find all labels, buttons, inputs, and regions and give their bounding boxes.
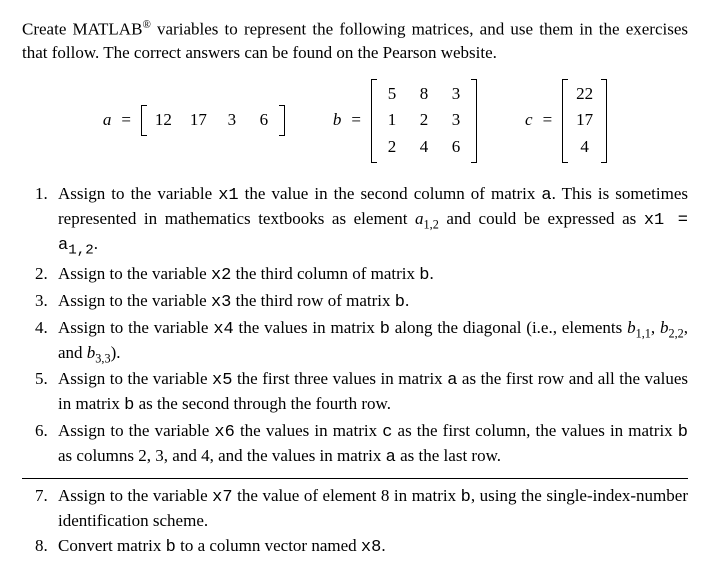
question-1: Assign to the variable x1 the value in t…: [52, 183, 688, 260]
matrix-b-eq: b = 5 8 3 1 2 3 2 4 6: [333, 79, 477, 164]
equals-sign: =: [351, 109, 361, 132]
matrix-cell: 3: [449, 83, 463, 106]
code-var: b: [461, 488, 471, 507]
question-8: Convert matrix b to a column vector name…: [52, 535, 688, 560]
code-var: b: [419, 266, 429, 285]
text: Assign to the variable: [58, 184, 218, 203]
text: and could be expressed as: [439, 209, 644, 228]
text: Assign to the variable: [58, 318, 213, 337]
code-var: x2: [211, 266, 231, 285]
code-var: b: [380, 320, 390, 339]
math-expr: b1,1: [627, 318, 651, 337]
math-expr: a1,2: [415, 209, 439, 228]
matrix-a: 12 17 3 6: [141, 105, 285, 136]
matrix-cell: 4: [576, 136, 593, 159]
matrix-b: 5 8 3 1 2 3 2 4 6: [371, 79, 477, 164]
matrix-cell: 17: [576, 109, 593, 132]
text: .: [94, 234, 98, 253]
question-list: Assign to the variable x1 the value in t…: [22, 183, 688, 470]
text: .: [429, 264, 433, 283]
text: Assign to the variable: [58, 421, 214, 440]
equals-sign: =: [543, 109, 553, 132]
code-var: x1: [218, 186, 238, 205]
matrix-cell: 6: [449, 136, 463, 159]
text: as the last row.: [396, 446, 501, 465]
code-var: x6: [214, 423, 234, 442]
matrix-cell: 2: [417, 109, 431, 132]
matrix-cell: 1: [385, 109, 399, 132]
code-var: x3: [211, 293, 231, 312]
matrix-cell: 3: [225, 109, 239, 132]
matrix-cell: 2: [385, 136, 399, 159]
matrix-cell: 17: [190, 109, 207, 132]
intro-paragraph: Create MATLAB® variables to represent th…: [22, 18, 688, 65]
text: the values in matrix: [235, 421, 382, 440]
matrix-a-name: a: [103, 109, 112, 132]
equals-sign: =: [121, 109, 131, 132]
math-expr: b3,3: [87, 343, 111, 362]
matrix-cell: 22: [576, 83, 593, 106]
text: the third row of matrix: [231, 291, 394, 310]
code-var: x5: [212, 371, 232, 390]
text: the value of element 8 in matrix: [233, 486, 461, 505]
code-var: b: [124, 396, 134, 415]
matrix-c-eq: c = 22 17 4: [525, 79, 607, 164]
text: Assign to the variable: [58, 264, 211, 283]
text: the values in matrix: [234, 318, 380, 337]
text: Assign to the variable: [58, 369, 212, 388]
matrix-cell: 6: [257, 109, 271, 132]
code-var: x8: [361, 538, 381, 557]
matrix-cell: 4: [417, 136, 431, 159]
code-var: x4: [213, 320, 233, 339]
text: as the first column, the values in matri…: [392, 421, 677, 440]
divider: [22, 478, 688, 479]
text: Assign to the variable: [58, 291, 211, 310]
question-6: Assign to the variable x6 the values in …: [52, 420, 688, 470]
math-expr: b2,2: [660, 318, 684, 337]
code-var: a: [541, 186, 551, 205]
text: as the second through the fourth row.: [134, 394, 391, 413]
question-7: Assign to the variable x7 the value of e…: [52, 485, 688, 533]
text: the value in the second column of matrix: [239, 184, 542, 203]
text: Assign to the variable: [58, 486, 212, 505]
question-2: Assign to the variable x2 the third colu…: [52, 263, 688, 288]
question-3: Assign to the variable x3 the third row …: [52, 290, 688, 315]
text: as columns 2, 3, and 4, and the values i…: [58, 446, 386, 465]
text: ,: [651, 318, 660, 337]
matrix-cell: 8: [417, 83, 431, 106]
text: .: [405, 291, 409, 310]
text: the first three values in matrix: [232, 369, 447, 388]
code-var: a: [386, 448, 396, 467]
question-list-cont: Assign to the variable x7 the value of e…: [22, 485, 688, 560]
text: along the diagonal (i.e., elements: [390, 318, 627, 337]
code-var: b: [166, 538, 176, 557]
text: ).: [111, 343, 121, 362]
registered-symbol: ®: [142, 19, 150, 31]
code-var: c: [382, 423, 392, 442]
code-var: b: [678, 423, 688, 442]
matrix-cell: 5: [385, 83, 399, 106]
question-5: Assign to the variable x5 the first thre…: [52, 368, 688, 418]
matrix-cell: 3: [449, 109, 463, 132]
text: the third column of matrix: [231, 264, 419, 283]
matrix-b-name: b: [333, 109, 342, 132]
matrix-c: 22 17 4: [562, 79, 607, 164]
question-4: Assign to the variable x4 the values in …: [52, 317, 688, 367]
code-var: b: [395, 293, 405, 312]
intro-text-1: Create MATLAB: [22, 20, 142, 39]
matrix-cell: 12: [155, 109, 172, 132]
code-var: a: [447, 371, 457, 390]
matrix-a-eq: a = 12 17 3 6: [103, 105, 285, 136]
matrix-c-name: c: [525, 109, 533, 132]
matrix-definitions: a = 12 17 3 6 b = 5 8 3 1 2 3 2: [22, 79, 688, 164]
code-var: x7: [212, 488, 232, 507]
